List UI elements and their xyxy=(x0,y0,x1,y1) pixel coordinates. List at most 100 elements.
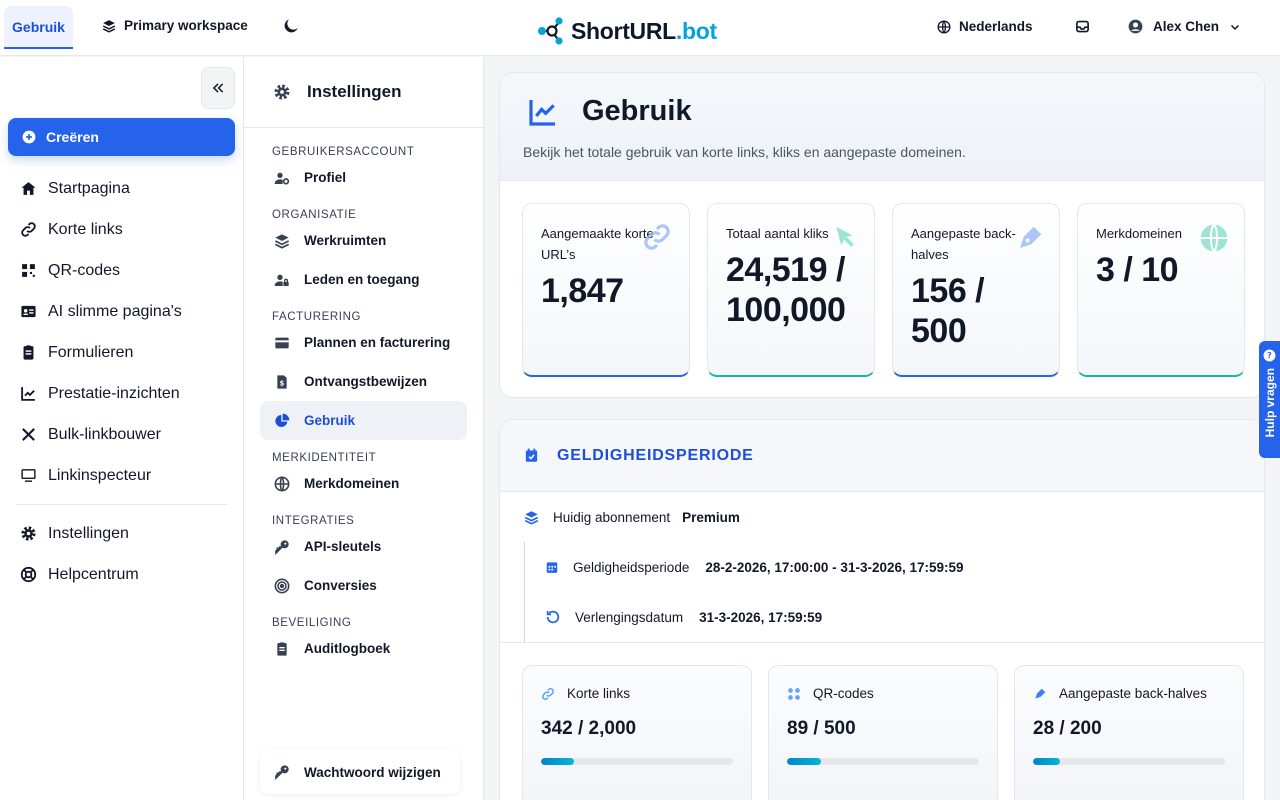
limit-label: Korte links xyxy=(567,686,631,701)
language-selector[interactable]: Nederlands xyxy=(937,19,1033,34)
pen-icon xyxy=(1033,687,1047,701)
change-password-label: Wachtwoord wijzigen xyxy=(304,764,441,780)
sidebar-item-ai-pages[interactable]: AI slimme pagina's xyxy=(20,291,230,332)
main-nav: Startpagina Korte links QR-codes AI slim… xyxy=(16,168,230,595)
limits-row: Korte links 342 / 2,000 QR-codes 89 / 50… xyxy=(500,643,1264,800)
settings-item-workspaces[interactable]: Werkruimten xyxy=(260,221,467,260)
sidebar-item-bulk-builder[interactable]: Bulk-linkbouwer xyxy=(20,414,230,455)
plan-value: Premium xyxy=(682,509,740,525)
limit-card-short-links: Korte links 342 / 2,000 xyxy=(522,665,752,800)
stat-value: 24,519 / 100,000 xyxy=(726,251,846,329)
create-label: Creëren xyxy=(46,129,99,145)
lifebuoy-icon xyxy=(20,566,37,583)
renewal-value: 31-3-2026, 17:59:59 xyxy=(699,609,823,625)
logo-text: ShortURL xyxy=(571,17,676,44)
link-icon xyxy=(639,222,675,252)
section-title: INTEGRATIES xyxy=(272,515,355,527)
renewal-label: Verlengingsdatum xyxy=(575,609,684,625)
gear-icon xyxy=(273,83,291,101)
settings-nav-header: Instellingen xyxy=(244,57,483,128)
limit-card-qr-codes: QR-codes 89 / 500 xyxy=(768,665,998,800)
validity-title: GELDIGHEIDSPERIODE xyxy=(557,446,754,464)
gear-icon xyxy=(20,525,37,542)
globe-icon xyxy=(1198,222,1230,254)
sidebar-item-label: Formulieren xyxy=(48,343,134,361)
settings-item-label: Profiel xyxy=(304,170,347,185)
logo[interactable]: ShortURL.bot xyxy=(537,16,717,46)
sidebar-item-insights[interactable]: Prestatie-inzichten xyxy=(20,373,230,414)
stat-card-total-clicks: Totaal aantal kliks 24,519 / 100,000 xyxy=(707,203,875,377)
settings-item-label: Leden en toegang xyxy=(304,272,420,287)
settings-item-profile[interactable]: Profiel xyxy=(260,158,467,197)
stat-value: 156 / 500 xyxy=(911,272,985,350)
user-lock-icon xyxy=(274,272,290,288)
period-value: 28-2-2026, 17:00:00 - 31-3-2026, 17:59:5… xyxy=(705,559,964,575)
settings-item-label: Merkdomeinen xyxy=(304,476,400,491)
qr-icon xyxy=(20,262,37,279)
sidebar-item-qr-codes[interactable]: QR-codes xyxy=(20,250,230,291)
pen-icon xyxy=(1015,222,1045,254)
chart-line-icon xyxy=(20,385,37,402)
dark-mode-toggle[interactable] xyxy=(282,17,300,35)
layers-icon xyxy=(102,19,116,33)
question-circle-icon: ? xyxy=(1263,349,1276,362)
change-password-button[interactable]: Wachtwoord wijzigen xyxy=(260,750,460,794)
sidebar-item-home[interactable]: Startpagina xyxy=(20,168,230,209)
help-label: Hulp vragen xyxy=(1262,368,1277,438)
validity-period-row: Geldigheidsperiode 28-2-2026, 17:00:00 -… xyxy=(545,542,1264,592)
chevron-down-icon xyxy=(1229,21,1241,33)
section-title: FACTURERING xyxy=(272,311,362,323)
settings-item-usage[interactable]: Gebruik xyxy=(260,401,467,440)
sidebar-item-help-center[interactable]: Helpcentrum xyxy=(20,554,230,595)
progress-fill xyxy=(787,758,822,765)
stat-value: 1,847 xyxy=(541,272,624,310)
link-icon xyxy=(20,221,37,238)
user-menu[interactable]: Alex Chen xyxy=(1128,19,1241,34)
section-title: GEBRUIKERSACCOUNT xyxy=(272,146,415,158)
moon-icon xyxy=(282,17,300,35)
language-label: Nederlands xyxy=(959,19,1033,34)
settings-item-label: Ontvangstbewijzen xyxy=(304,374,428,389)
sidebar-item-label: AI slimme pagina's xyxy=(48,302,182,320)
sidebar-item-settings[interactable]: Instellingen xyxy=(20,513,230,554)
sidebar-item-link-inspector[interactable]: Linkinspecteur xyxy=(20,455,230,496)
inbox-icon xyxy=(1075,19,1090,34)
sidebar-item-label: Prestatie-inzichten xyxy=(48,384,180,402)
page-subtitle: Bekijk het totale gebruik van korte link… xyxy=(523,144,966,160)
settings-nav: Instellingen GEBRUIKERSACCOUNT Profiel O… xyxy=(244,57,484,800)
section-title: BEVEILIGING xyxy=(272,617,352,629)
globe-icon xyxy=(274,476,290,492)
settings-item-label: Auditlogboek xyxy=(304,641,391,656)
settings-item-brand-domains[interactable]: Merkdomeinen xyxy=(260,464,467,503)
plus-circle-icon xyxy=(22,130,36,144)
collapse-sidebar-button[interactable] xyxy=(201,67,235,109)
user-gear-icon xyxy=(274,170,290,186)
settings-item-billing[interactable]: Plannen en facturering xyxy=(260,323,467,362)
link-icon xyxy=(541,687,555,701)
settings-item-api-keys[interactable]: API-sleutels xyxy=(260,527,467,566)
limit-value: 342 / 2,000 xyxy=(541,718,637,739)
sidebar-item-label: Instellingen xyxy=(48,524,129,542)
settings-title: Instellingen xyxy=(307,82,402,101)
section-title: ORGANISATIE xyxy=(272,209,357,221)
create-button[interactable]: Creëren xyxy=(8,118,235,156)
sidebar-item-label: Linkinspecteur xyxy=(48,466,152,484)
limit-label: QR-codes xyxy=(813,686,874,701)
workspace-switcher[interactable]: Primary workspace xyxy=(102,18,248,33)
help-tab[interactable]: ? Hulp vragen xyxy=(1259,341,1280,458)
settings-item-members[interactable]: Leden en toegang xyxy=(260,260,467,299)
settings-item-audit-log[interactable]: Auditlogboek xyxy=(260,629,467,668)
tab-usage[interactable]: Gebruik xyxy=(4,6,73,49)
target-icon xyxy=(274,578,290,594)
settings-item-conversions[interactable]: Conversies xyxy=(260,566,467,605)
qr-icon xyxy=(787,687,801,701)
top-bar: Gebruik Primary workspace ShortURL.bot N… xyxy=(0,0,1280,56)
settings-item-receipts[interactable]: $ Ontvangstbewijzen xyxy=(260,362,467,401)
inbox-button[interactable] xyxy=(1075,19,1090,34)
settings-item-label: Conversies xyxy=(304,578,377,593)
svg-text:$: $ xyxy=(280,379,285,387)
sidebar-item-forms[interactable]: Formulieren xyxy=(20,332,230,373)
sidebar-item-short-links[interactable]: Korte links xyxy=(20,209,230,250)
usage-header: Gebruik Bekijk het totale gebruik van ko… xyxy=(500,73,1264,181)
settings-item-label: Gebruik xyxy=(304,413,356,428)
